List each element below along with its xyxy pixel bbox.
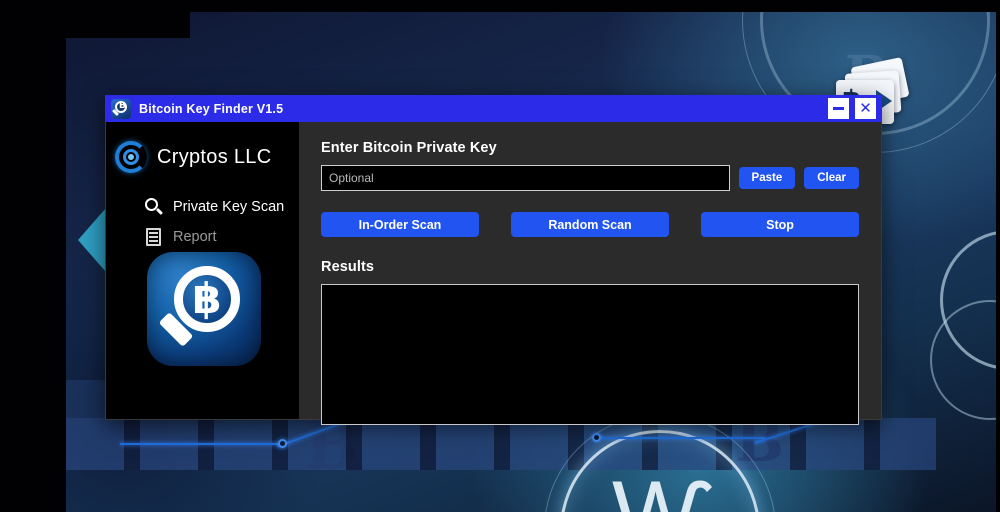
minimize-icon — [833, 107, 844, 110]
page-letterbox-right — [996, 0, 1000, 512]
private-key-row: Paste Clear — [321, 165, 859, 191]
page-letterbox-corner — [0, 0, 190, 38]
paste-button[interactable]: Paste — [738, 167, 796, 189]
document-icon — [144, 227, 164, 247]
background-circuit-trace — [120, 443, 280, 445]
sidebar-item-label: Private Key Scan — [173, 199, 285, 215]
stop-button[interactable]: Stop — [701, 212, 859, 237]
sidebar-item-private-key-scan[interactable]: Private Key Scan — [106, 192, 299, 222]
close-icon: ✕ — [859, 99, 872, 117]
results-output[interactable] — [321, 284, 859, 425]
background-coin-glyph: Ⱳ — [612, 468, 707, 512]
sidebar-item-label: Report — [173, 229, 217, 245]
clear-button[interactable]: Clear — [804, 167, 859, 189]
brand-name: Cryptos LLC — [157, 145, 272, 168]
in-order-scan-button[interactable]: In-Order Scan — [321, 212, 479, 237]
scan-actions: In-Order Scan Random Scan Stop — [321, 212, 859, 237]
private-key-input[interactable] — [321, 165, 730, 191]
page-letterbox-corner — [0, 442, 66, 512]
window-title-bar[interactable]: Bitcoin Key Finder V1.5 ✕ — [105, 95, 882, 122]
sidebar-nav: Private Key Scan Report — [106, 192, 299, 252]
close-button[interactable]: ✕ — [855, 98, 876, 119]
minimize-button[interactable] — [828, 98, 849, 119]
search-icon — [144, 197, 164, 217]
results-label: Results — [321, 259, 375, 275]
sidebar: Cryptos LLC Private Key Scan Report ฿ — [106, 122, 299, 419]
brand: Cryptos LLC — [106, 138, 299, 176]
sidebar-item-report[interactable]: Report — [106, 222, 299, 252]
background-circuit-node — [278, 439, 287, 448]
window-controls: ✕ — [828, 98, 876, 119]
page-letterbox-left — [0, 0, 66, 512]
bitcoin-magnifier-app-icon: ฿ — [147, 252, 261, 366]
background-circuit-node — [592, 433, 601, 442]
random-scan-button[interactable]: Random Scan — [511, 212, 669, 237]
main-panel: Enter Bitcoin Private Key Paste Clear In… — [299, 122, 881, 425]
window-title: Bitcoin Key Finder V1.5 — [139, 101, 284, 116]
background-coin-ring — [930, 300, 1000, 420]
window-body: Cryptos LLC Private Key Scan Report ฿ En… — [105, 122, 882, 425]
cryptos-ring-logo-icon — [114, 140, 148, 174]
private-key-label: Enter Bitcoin Private Key — [321, 140, 497, 156]
magnifier-bitcoin-icon — [111, 98, 131, 119]
bitcoin-key-finder-window: Bitcoin Key Finder V1.5 ✕ Cryptos LLC — [105, 95, 882, 425]
background-circuit-trace — [595, 437, 765, 439]
